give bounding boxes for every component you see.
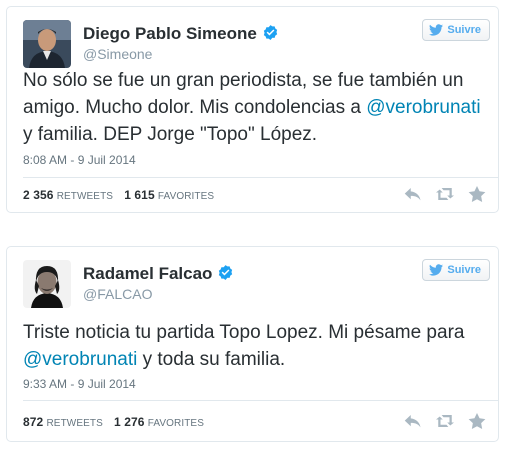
reply-icon <box>404 415 421 428</box>
reply-button[interactable] <box>404 186 422 202</box>
tweet-timestamp[interactable]: 9:33 AM - 9 Juil 2014 <box>23 377 136 391</box>
tweet-text-part: y toda su familia. <box>137 349 286 370</box>
verified-badge-icon <box>263 25 277 40</box>
follow-label: Suivre <box>447 264 481 276</box>
tweet-stats: 872 RETWEETS 1 276 FAVORITES <box>23 415 212 429</box>
divider <box>23 177 498 178</box>
retweet-label[interactable]: RETWEETS <box>57 191 113 202</box>
verified-badge-icon <box>219 265 233 280</box>
reply-button[interactable] <box>404 413 422 429</box>
retweet-label[interactable]: RETWEETS <box>46 418 102 429</box>
username[interactable]: @FALCAO <box>83 286 152 302</box>
favorite-count[interactable]: 1 615 <box>124 188 155 202</box>
retweet-count[interactable]: 2 356 <box>23 188 54 202</box>
avatar[interactable] <box>23 260 71 308</box>
favorite-button[interactable] <box>468 186 486 202</box>
display-name[interactable]: Radamel Falcao <box>83 264 234 284</box>
star-icon <box>468 186 486 202</box>
username[interactable]: @Simeone <box>83 46 152 62</box>
tweet-text-part: y familia. DEP Jorge "Topo" López. <box>23 124 318 145</box>
avatar[interactable] <box>23 20 71 68</box>
retweet-icon <box>436 415 454 427</box>
reply-icon <box>404 188 421 201</box>
display-name[interactable]: Diego Pablo Simeone <box>83 24 279 44</box>
retweet-icon <box>436 188 454 200</box>
tweet-text-part: Triste noticia tu partida Topo Lopez. Mi… <box>23 322 465 343</box>
retweet-button[interactable] <box>436 413 454 429</box>
tweet-text: Triste noticia tu partida Topo Lopez. Mi… <box>23 319 484 373</box>
tweet-timestamp[interactable]: 8:08 AM - 9 Juil 2014 <box>23 153 136 167</box>
follow-label: Suivre <box>447 24 481 36</box>
favorite-count[interactable]: 1 276 <box>114 415 145 429</box>
divider <box>23 400 498 401</box>
retweet-button[interactable] <box>436 186 454 202</box>
tweet-text: No sólo se fue un gran periodista, se fu… <box>23 67 484 148</box>
follow-button[interactable]: Suivre <box>422 259 490 281</box>
tweet-actions <box>404 186 486 202</box>
tweet-card-simeone: Diego Pablo Simeone @Simeone Suivre No s… <box>6 6 499 213</box>
mention-link[interactable]: @verobrunati <box>23 349 137 370</box>
twitter-bird-icon <box>429 24 444 36</box>
tweet-card-falcao: Radamel Falcao @FALCAO Suivre Triste not… <box>6 246 499 442</box>
follow-button[interactable]: Suivre <box>422 19 490 41</box>
favorite-label[interactable]: FAVORITES <box>158 191 214 202</box>
mention-link[interactable]: @verobrunati <box>366 97 480 118</box>
favorite-label[interactable]: FAVORITES <box>148 418 204 429</box>
display-name-text[interactable]: Radamel Falcao <box>83 264 212 283</box>
tweet-actions <box>404 413 486 429</box>
star-icon <box>468 413 486 429</box>
retweet-count[interactable]: 872 <box>23 415 43 429</box>
twitter-bird-icon <box>429 264 444 276</box>
display-name-text[interactable]: Diego Pablo Simeone <box>83 24 257 43</box>
tweet-stats: 2 356 RETWEETS 1 615 FAVORITES <box>23 188 222 202</box>
favorite-button[interactable] <box>468 413 486 429</box>
